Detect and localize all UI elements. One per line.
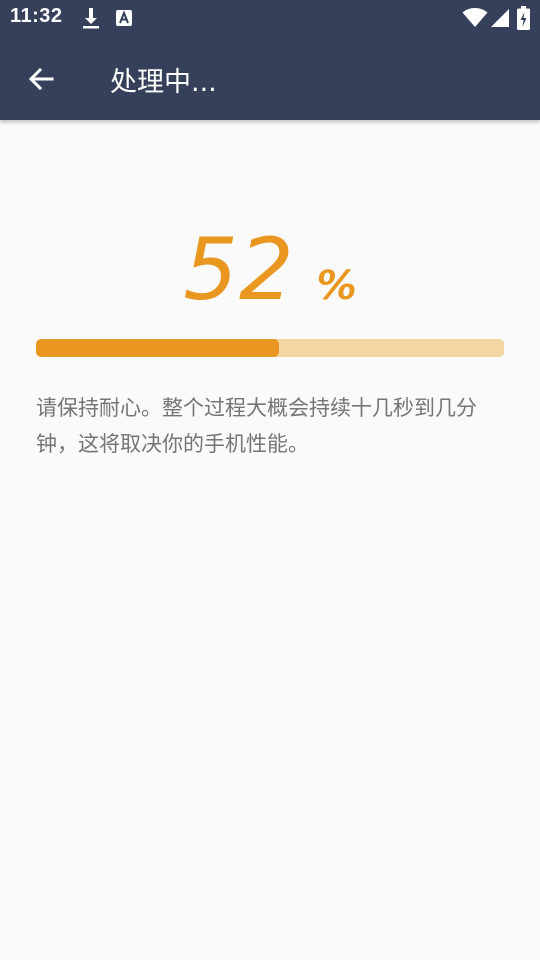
patience-message: 请保持耐心。整个过程大概会持续十几秒到几分钟，这将取决你的手机性能。 [36,396,477,456]
progress-bar-fill [36,339,280,357]
back-button[interactable] [18,56,64,102]
status-bar: 11:32 [0,0,540,36]
app-bar: 处理中... [0,36,540,120]
progress-percent-sign: % [316,263,357,309]
download-icon [83,8,99,29]
processing-content: 52 % 请保持耐心。整个过程大概会持续十几秒到几分钟，这将取决你的手机性能。 [0,120,540,960]
wifi-icon [462,8,488,27]
signal-icon [491,9,509,27]
page-title: 处理中... [110,67,217,98]
arrow-back-icon [28,67,54,91]
progress-percent-display: 52 % [0,220,540,320]
progress-percent-value: 52 [183,220,295,320]
battery-charging-icon [517,6,530,30]
a-notification-icon [116,10,132,26]
status-time: 11:32 [10,5,63,27]
progress-bar-track [36,339,504,357]
